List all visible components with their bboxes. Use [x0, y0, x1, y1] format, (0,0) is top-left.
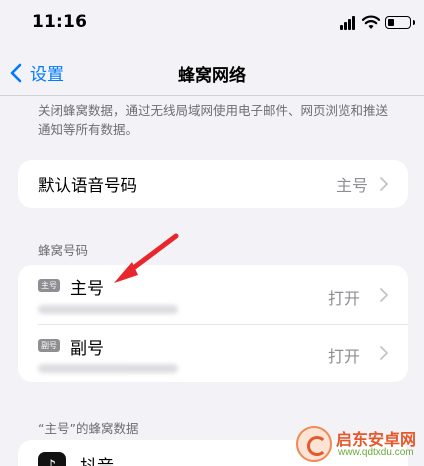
- cellular-data-description: 关闭蜂窝数据，通过无线局域网使用电子邮件、网页浏览和推送通知等所有数据。: [38, 103, 389, 137]
- battery-icon: [385, 16, 415, 29]
- watermark-url: www.qdtxdu.com: [338, 447, 414, 458]
- secondary-line-number-blurred: [38, 364, 178, 373]
- app-cellular-data-header: “主号”的蜂窝数据: [38, 421, 139, 436]
- app-name: 抖音: [80, 452, 114, 466]
- wifi-icon: [362, 15, 380, 29]
- default-voice-line-label: 默认语音号码: [38, 176, 137, 195]
- chevron-right-icon: [380, 177, 388, 191]
- page-title: 蜂窝网络: [178, 66, 246, 86]
- watermark: 启东安卓网 www.qdtxdu.com: [290, 420, 424, 466]
- cellular-plans-header: 蜂窝号码: [38, 243, 89, 258]
- primary-line-badge: 主号: [38, 279, 60, 292]
- secondary-line-status: 打开: [327, 347, 360, 366]
- line-row-secondary[interactable]: 副号 副号 打开: [18, 325, 408, 382]
- chevron-right-icon: [380, 346, 388, 360]
- watermark-logo-icon: [296, 426, 332, 462]
- primary-line-status: 打开: [327, 289, 360, 308]
- cellular-plans-card: 主号 主号 打开 副号 副号 打开: [18, 265, 408, 382]
- default-voice-line-value: 主号: [335, 176, 368, 195]
- cellular-signal-icon: [340, 16, 358, 30]
- default-voice-line-card: 默认语音号码 主号: [18, 160, 408, 208]
- primary-line-number-blurred: [38, 305, 178, 314]
- chevron-right-icon: [380, 288, 388, 302]
- status-time: 11:16: [32, 12, 88, 32]
- navigation-bar: 设置 蜂窝网络: [0, 50, 424, 96]
- nav-divider: [0, 95, 424, 96]
- line-row-primary[interactable]: 主号 主号 打开: [18, 265, 408, 325]
- status-bar: 11:16: [0, 0, 424, 50]
- secondary-line-badge: 副号: [38, 339, 60, 352]
- douyin-icon: [38, 452, 66, 466]
- primary-line-name: 主号: [70, 279, 104, 299]
- default-voice-line-row[interactable]: 默认语音号码 主号: [38, 160, 388, 208]
- secondary-line-name: 副号: [70, 339, 104, 359]
